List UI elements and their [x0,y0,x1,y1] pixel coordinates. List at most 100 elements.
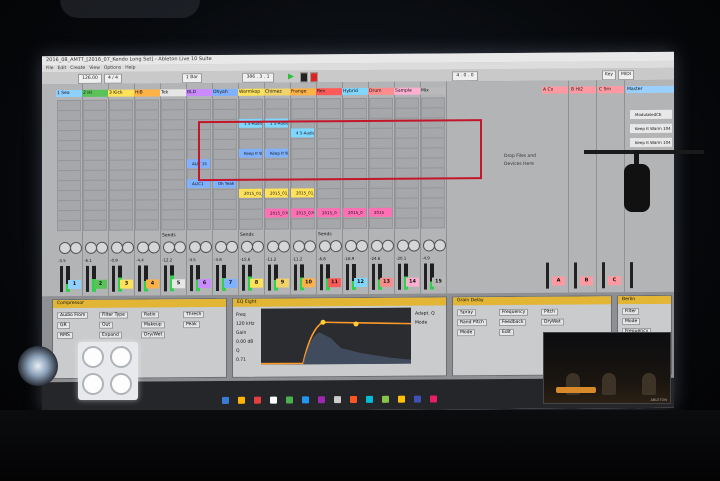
volume-fader[interactable] [294,264,297,291]
track-number-button[interactable]: 14 [406,277,419,287]
track-header[interactable]: Ohyah [212,88,238,97]
volume-value[interactable]: -6.1 [84,258,92,263]
eq-display[interactable] [261,307,412,365]
track-number-button[interactable]: 2 [94,279,107,289]
clip-slot[interactable] [213,218,237,231]
taskbar-app-icon[interactable] [398,395,405,403]
track-header[interactable]: Chimez [264,88,290,96]
device-param[interactable]: Mode [457,329,476,337]
midi-map-button[interactable]: MIDI [618,70,634,81]
device-param[interactable]: Mode [622,318,641,326]
volume-fader[interactable] [398,263,401,290]
quantize-menu[interactable]: 1 Bar [182,73,202,84]
taskbar-app-icon[interactable] [270,396,277,404]
return-letter-button[interactable]: B [580,276,593,286]
menu-item-help[interactable]: Help [125,66,135,71]
record-button[interactable] [310,72,318,83]
return-track-header[interactable]: Master [626,85,674,94]
send-knob[interactable] [148,241,160,254]
tempo-field[interactable]: 126.00 [78,73,102,84]
key-map-button[interactable]: Key [602,70,616,81]
track-number-button[interactable]: 5 [172,279,185,289]
volume-value[interactable]: -15.6 [240,257,250,262]
volume-value[interactable]: -4.9 [422,255,430,260]
return-fader[interactable] [546,262,549,289]
menu-item-create[interactable]: Create [70,66,85,71]
device-param[interactable]: Dry/Wet [141,331,166,339]
taskbar-app-icon[interactable] [366,395,373,403]
send-knob[interactable] [200,241,212,254]
clip[interactable]: 2015_0708_ohypp [291,208,314,218]
return-letter-button[interactable]: C [608,276,621,286]
eq-device[interactable]: EQ Eight Freq 120 kHz Gain 0.00 dB Q 0.7… [232,296,447,378]
taskbar-app-icon[interactable] [382,395,389,403]
taskbar-app-icon[interactable] [238,396,245,404]
track-header[interactable]: HiB [134,89,160,97]
volume-fader[interactable] [242,264,245,291]
device-param[interactable]: Peak [183,321,200,329]
return-fader[interactable] [630,262,633,289]
send-knob[interactable] [122,241,134,254]
track-header[interactable]: Rev [316,88,342,96]
clip-slot[interactable] [83,219,107,231]
send-knob[interactable] [382,239,394,252]
position-field[interactable]: 386 . 3 . 1 [242,72,274,83]
send-knob[interactable] [96,241,108,254]
clip-slot[interactable] [239,218,263,230]
eq-freq-value[interactable]: 120 kHz [236,320,254,329]
clip-slot[interactable] [57,219,81,232]
volume-fader[interactable] [216,264,219,291]
track-number-button[interactable]: 12 [354,277,367,288]
track-number-button[interactable]: 8 [250,278,263,288]
send-knob[interactable] [304,240,316,253]
volume-value[interactable]: -20.1 [396,256,406,261]
clip[interactable]: 2015_01_20 42_20 [265,188,288,198]
device-param[interactable]: GR [57,322,70,330]
loop-length-field[interactable]: 4 . 0 . 0 [452,71,478,82]
return-track-header[interactable]: B Hi2 [570,86,596,94]
device-param[interactable]: Audio From [57,311,89,320]
device-param[interactable]: Out [99,321,114,329]
send-knob[interactable] [434,239,446,252]
track-header[interactable]: Frange [290,88,316,96]
menu-item-edit[interactable]: Edit [58,66,67,71]
return-fader[interactable] [602,262,605,289]
device-param[interactable]: Filter Type [99,311,128,319]
track-header[interactable]: BLD [186,89,212,97]
menu-item-view[interactable]: View [89,66,100,71]
volume-fader[interactable] [372,263,375,290]
device-param[interactable]: Pitch [541,308,558,316]
device-param[interactable]: Expand [99,331,122,339]
send-knob[interactable] [70,241,82,255]
track-number-button[interactable]: 1 [68,279,81,290]
volume-value[interactable]: -3.8 [214,257,222,262]
device-param[interactable]: RMS [57,331,73,340]
clip-slot[interactable] [343,217,367,230]
clip[interactable]: 2015_0 [343,207,366,218]
eq-mode-label[interactable]: Mode [415,318,435,327]
return-fader[interactable] [574,262,577,289]
track-number-button[interactable]: 9 [276,278,289,288]
track-header[interactable]: 2 Hi [82,89,108,97]
track-header[interactable]: Sample [394,87,420,95]
taskbar-app-icon[interactable] [334,396,341,404]
return-letter-button[interactable]: A [552,276,565,286]
volume-value[interactable]: -4.4 [136,257,144,262]
send-knob[interactable] [174,241,186,254]
device-param[interactable]: DryWet [541,318,564,326]
device-param[interactable]: Thresh [183,311,205,319]
clip-slot[interactable] [291,218,315,230]
stop-button[interactable] [300,72,308,83]
clip[interactable]: 2015 [369,207,392,217]
play-icon[interactable] [288,73,294,80]
track-number-button[interactable]: 7 [224,278,237,288]
track-header[interactable]: 1 Sea [56,89,82,98]
track-number-button[interactable]: 15 [432,277,445,287]
volume-fader[interactable] [138,265,141,292]
eq-adaptq-label[interactable]: Adapt. Q [415,309,435,318]
master-scene[interactable]: Keep It Warm 104 [630,123,672,134]
clip[interactable]: 2015_0 [317,208,340,218]
volume-value[interactable]: -4.5 [188,257,196,262]
browser-drop-area[interactable]: Drop Files and Devices Here [504,153,564,169]
track-number-button[interactable]: 10 [302,278,315,288]
